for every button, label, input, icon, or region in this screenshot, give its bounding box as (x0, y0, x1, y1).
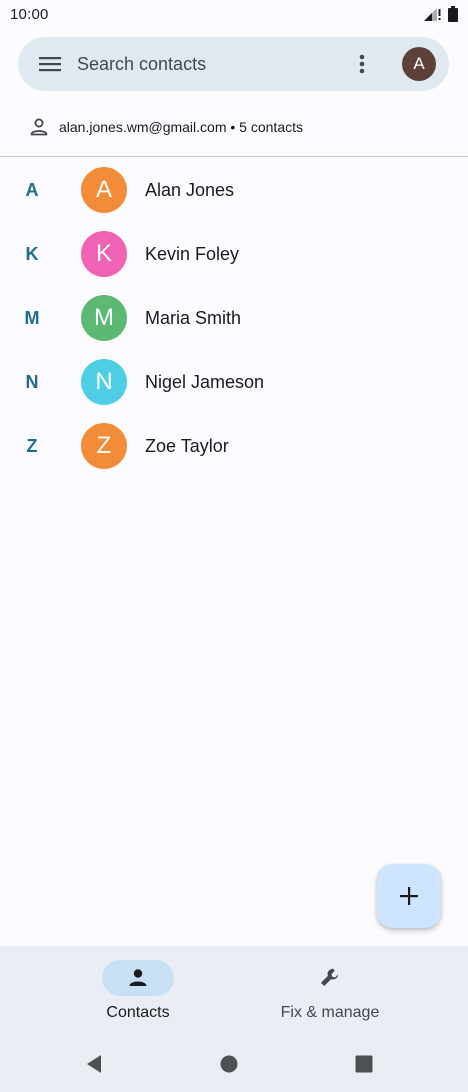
contact-list: A A Alan Jones K K Kevin Foley M M Maria… (0, 158, 468, 478)
contact-row[interactable]: M M Maria Smith (0, 286, 468, 350)
nav-contacts[interactable]: Contacts (38, 960, 238, 1030)
menu-icon[interactable] (39, 54, 61, 74)
search-bar[interactable]: Search contacts A (18, 37, 449, 91)
section-letter: Z (26, 436, 38, 456)
contact-name: Zoe Taylor (145, 436, 229, 456)
person-icon (129, 969, 147, 986)
section-letter: N (25, 372, 39, 392)
contact-name: Kevin Foley (145, 244, 240, 264)
plus-icon (400, 887, 418, 905)
contact-avatar: A (81, 167, 127, 213)
wrench-icon (321, 968, 338, 986)
section-letter: A (25, 180, 39, 200)
section-letter: M (24, 308, 40, 328)
contact-name: Nigel Jameson (145, 372, 265, 392)
bottom-navigation: Contacts Fix & manage (0, 946, 468, 1092)
contact-avatar: Z (81, 423, 127, 469)
contact-avatar: N (81, 359, 127, 405)
section-letter: K (25, 244, 39, 264)
add-contact-button[interactable] (377, 864, 441, 928)
nav-contacts-label: Contacts (106, 1004, 170, 1021)
home-circle-icon[interactable] (217, 1052, 241, 1076)
battery-icon (448, 6, 458, 22)
more-vert-icon[interactable] (354, 52, 370, 76)
contact-row[interactable]: Z Z Zoe Taylor (0, 414, 468, 478)
status-bar: 10:00 (0, 0, 468, 28)
contact-row[interactable]: K K Kevin Foley (0, 222, 468, 286)
nav-fix-manage-label: Fix & manage (280, 1004, 380, 1021)
search-input[interactable]: Search contacts (77, 37, 206, 91)
contact-name: Maria Smith (145, 308, 242, 328)
contact-avatar: K (81, 231, 127, 277)
recents-square-icon[interactable] (352, 1052, 376, 1076)
status-time: 10:00 (10, 5, 49, 23)
signal-icon (424, 8, 441, 21)
back-triangle-icon[interactable] (82, 1052, 106, 1076)
contact-row[interactable]: N N Nigel Jameson (0, 350, 468, 414)
account-avatar[interactable]: A (402, 47, 436, 81)
account-row[interactable]: alan.jones.wm@gmail.com • 5 contacts (0, 110, 468, 144)
account-summary: alan.jones.wm@gmail.com • 5 contacts (59, 119, 303, 135)
divider (0, 156, 468, 157)
system-navigation (0, 1042, 468, 1086)
nav-fix-manage[interactable]: Fix & manage (230, 960, 430, 1030)
status-icons (422, 6, 458, 22)
contact-avatar: M (81, 295, 127, 341)
contact-name: Alan Jones (145, 180, 235, 200)
contact-row[interactable]: A A Alan Jones (0, 158, 468, 222)
person-outline-icon (30, 118, 48, 136)
